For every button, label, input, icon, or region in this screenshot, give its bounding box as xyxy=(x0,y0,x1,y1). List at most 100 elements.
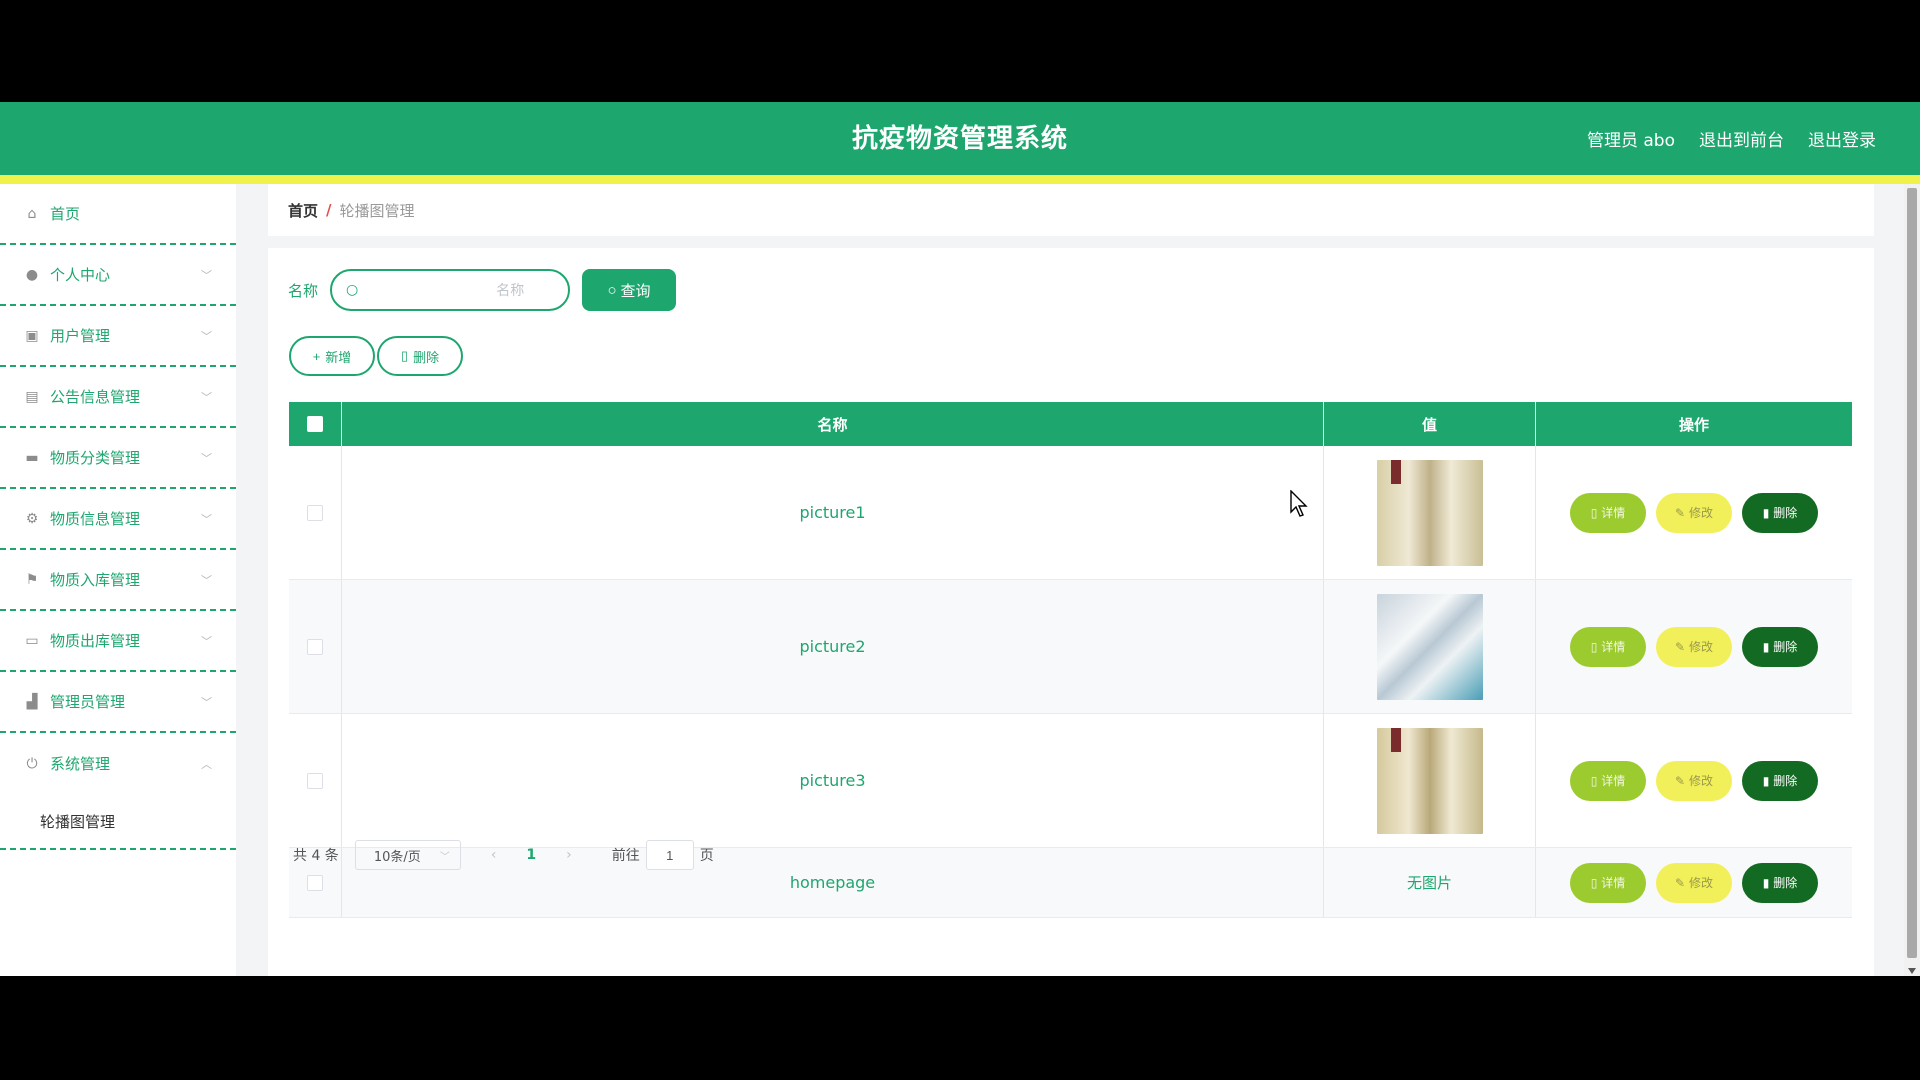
goto-unit: 页 xyxy=(699,848,714,864)
edit-button[interactable]: ✎ 修改 xyxy=(1656,862,1732,903)
edit-button[interactable]: ✎ 修改 xyxy=(1656,626,1732,667)
header-value: 值 xyxy=(1324,402,1536,446)
logout-link[interactable]: 退出登录 xyxy=(1808,126,1876,151)
scroll-down-arrow[interactable] xyxy=(1908,968,1916,974)
chevron-down-icon: ﹀ xyxy=(201,390,212,404)
settings-icon: ⚙ xyxy=(25,510,39,527)
document-icon: ▯ xyxy=(1590,639,1598,654)
chevron-down-icon: ﹀ xyxy=(201,451,212,465)
sidebar-item-stock-in[interactable]: ⚑ 物质入库管理 ﹀ xyxy=(0,550,236,611)
main-content: 名称 ○ ○ 查询 + 新增 ▯ 删除 xyxy=(268,248,1874,976)
pencil-icon: ✎ xyxy=(1674,505,1686,520)
sidebar-item-admin-management[interactable]: ▟ 管理员管理 ﹀ xyxy=(0,672,236,733)
value-cell xyxy=(1324,446,1536,579)
sidebar-item-stock-out[interactable]: ▭ 物质出库管理 ﹀ xyxy=(0,611,236,672)
check-cell xyxy=(289,714,342,847)
sidebar-item-label: 公告信息管理 xyxy=(50,388,141,406)
next-page-button[interactable]: › xyxy=(566,847,572,863)
edit-label: 修改 xyxy=(1689,876,1714,890)
thumbnail-image[interactable] xyxy=(1376,593,1483,700)
current-user: 管理员 abo xyxy=(1586,131,1675,151)
delete-button[interactable]: ▮ 删除 xyxy=(1742,862,1818,903)
row-checkbox[interactable] xyxy=(307,638,323,655)
sidebar-item-label: 首页 xyxy=(50,205,81,223)
value-cell xyxy=(1324,714,1536,847)
goto-page-input[interactable] xyxy=(645,840,694,870)
batch-delete-button[interactable]: ▯ 删除 xyxy=(377,336,463,376)
query-button[interactable]: ○ 查询 xyxy=(582,269,677,311)
delete-button-label: 删除 xyxy=(413,349,440,365)
user-icon: ● xyxy=(25,266,39,283)
breadcrumb-current: 轮播图管理 xyxy=(339,201,415,220)
page-size-value: 10条/页 xyxy=(373,849,421,865)
scrollbar-thumb[interactable] xyxy=(1907,188,1917,958)
sidebar-item-material-info[interactable]: ⚙ 物质信息管理 ﹀ xyxy=(0,489,236,550)
sidebar-item-notice-management[interactable]: ▤ 公告信息管理 ﹀ xyxy=(0,367,236,428)
clipboard-icon: ▤ xyxy=(25,388,39,405)
table-header: 名称 值 操作 xyxy=(289,402,1852,446)
pencil-icon: ✎ xyxy=(1674,639,1686,654)
thumbnail-image[interactable] xyxy=(1376,727,1483,834)
sidebar-item-category-management[interactable]: ▬ 物质分类管理 ﹀ xyxy=(0,428,236,489)
detail-button[interactable]: ▯ 详情 xyxy=(1570,760,1646,801)
search-bar: 名称 ○ ○ 查询 xyxy=(288,269,677,311)
check-cell xyxy=(289,446,342,579)
flag-icon: ⚑ xyxy=(25,571,39,588)
goto-label: 前往 xyxy=(611,848,640,864)
delete-button[interactable]: ▮ 删除 xyxy=(1742,626,1818,667)
pencil-icon: ✎ xyxy=(1674,875,1686,890)
sidebar-subitem-carousel[interactable]: 轮播图管理 xyxy=(0,794,236,850)
delete-button[interactable]: ▮ 删除 xyxy=(1742,492,1818,533)
sidebar-item-label: 用户管理 xyxy=(50,327,111,345)
search-input[interactable] xyxy=(364,275,525,305)
sidebar-item-label: 个人中心 xyxy=(50,266,111,284)
mouse-cursor-icon xyxy=(1290,490,1308,517)
operation-cell: ▯ 详情 ✎ 修改 ▮ 删除 xyxy=(1536,714,1852,847)
row-checkbox[interactable] xyxy=(307,772,323,789)
delete-label: 删除 xyxy=(1773,774,1798,788)
thumbnail-image[interactable] xyxy=(1376,459,1483,566)
breadcrumb-separator: / xyxy=(326,201,332,219)
delete-button[interactable]: ▮ 删除 xyxy=(1742,760,1818,801)
trash-icon: ▮ xyxy=(1762,505,1770,520)
delete-label: 删除 xyxy=(1773,640,1798,654)
chevron-down-icon: ﹀ xyxy=(201,329,212,343)
page-scrollbar[interactable] xyxy=(1904,184,1920,976)
breadcrumb-home[interactable]: 首页 xyxy=(288,200,318,221)
sidebar-item-home[interactable]: ⌂ 首页 xyxy=(0,184,236,245)
trash-icon: ▮ xyxy=(1762,639,1770,654)
search-icon: ○ xyxy=(607,281,617,299)
edit-button[interactable]: ✎ 修改 xyxy=(1656,760,1732,801)
message-icon: ▭ xyxy=(25,632,39,649)
page-number[interactable]: 1 xyxy=(526,847,536,863)
briefcase-icon: ▬ xyxy=(25,449,39,466)
header-operation: 操作 xyxy=(1678,415,1709,434)
sidebar: ⌂ 首页 ● 个人中心 ﹀ ▣ 用户管理 ﹀ ▤ 公告信息管理 ﹀ ▬ 物质分类… xyxy=(0,184,236,976)
name-cell: picture1 xyxy=(342,446,1324,579)
add-button[interactable]: + 新增 xyxy=(289,336,375,376)
chart-icon: ▣ xyxy=(25,327,39,344)
operation-cell: ▯ 详情 ✎ 修改 ▮ 删除 xyxy=(1536,580,1852,713)
value-cell: 无图片 xyxy=(1324,848,1536,917)
pagination-total: 共 4 条 xyxy=(293,848,339,864)
chevron-down-icon: ﹀ xyxy=(201,695,212,709)
tools-icon: ▟ xyxy=(26,693,38,710)
chevron-down-icon: ﹀ xyxy=(201,573,212,587)
chevron-down-icon: ﹀ xyxy=(439,851,450,863)
detail-button[interactable]: ▯ 详情 xyxy=(1570,862,1646,903)
page-size-select[interactable]: 10条/页 ﹀ xyxy=(354,840,461,870)
edit-button[interactable]: ✎ 修改 xyxy=(1656,492,1732,533)
name-cell: picture2 xyxy=(342,580,1324,713)
row-checkbox[interactable] xyxy=(307,874,323,891)
detail-button[interactable]: ▯ 详情 xyxy=(1570,492,1646,533)
select-all-checkbox[interactable] xyxy=(307,416,323,432)
sidebar-item-user-management[interactable]: ▣ 用户管理 ﹀ xyxy=(0,306,236,367)
sidebar-item-system-management[interactable]: ⏻ 系统管理 ︿ xyxy=(0,733,236,794)
detail-button[interactable]: ▯ 详情 xyxy=(1570,626,1646,667)
row-checkbox[interactable] xyxy=(307,504,323,521)
table-row: picture1 ▯ 详情 ✎ 修改 ▮ 删除 xyxy=(289,446,1852,580)
prev-page-button[interactable]: ‹ xyxy=(491,847,497,863)
home-icon: ⌂ xyxy=(27,205,37,222)
sidebar-item-personal-center[interactable]: ● 个人中心 ﹀ xyxy=(0,245,236,306)
back-to-front-link[interactable]: 退出到前台 xyxy=(1699,126,1784,151)
